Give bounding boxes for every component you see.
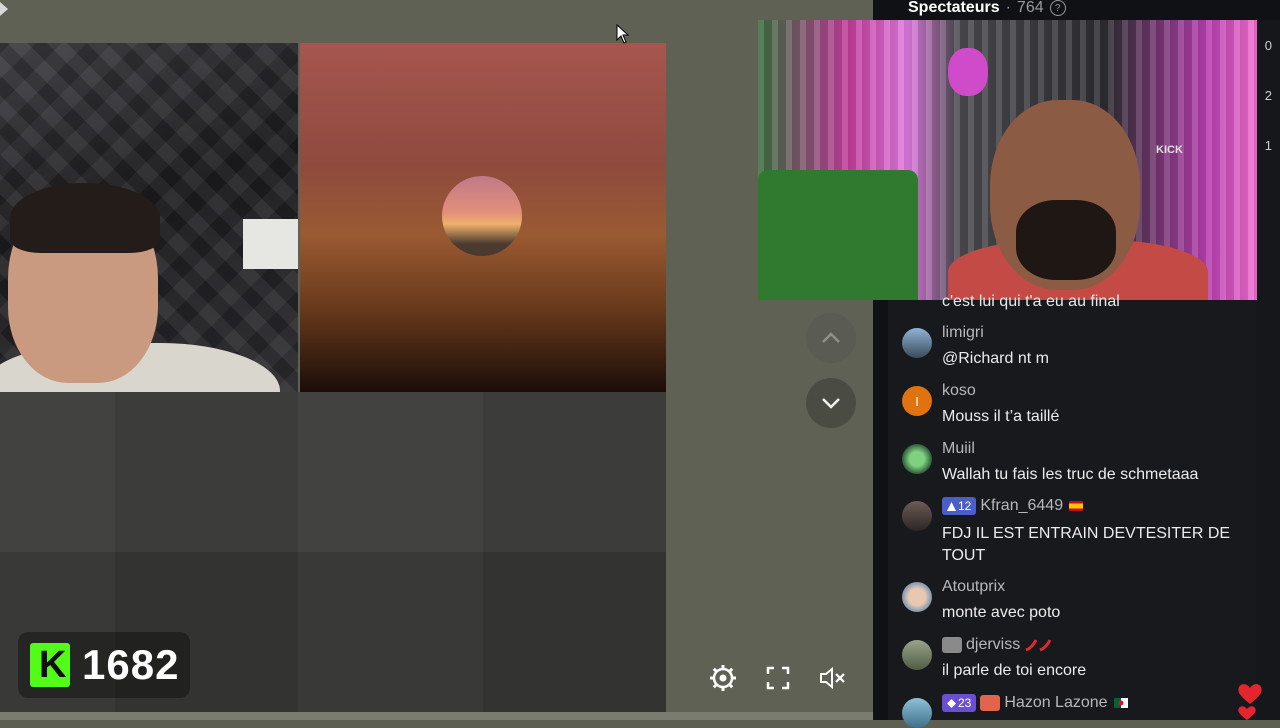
chevron-down-icon <box>822 398 840 409</box>
moderator-badge <box>942 637 962 653</box>
kick-chair-label: KICK <box>1156 144 1183 156</box>
chat-partial-message: c'est lui qui t'a eu au final <box>942 293 1120 310</box>
subscriber-level-badge: 12 <box>942 497 977 515</box>
user-avatar[interactable] <box>902 328 932 358</box>
algeria-flag-icon <box>1113 698 1128 708</box>
side-number: 0 <box>1264 38 1272 53</box>
chat-username[interactable]: 12 Kfran_6449 <box>942 497 1084 515</box>
chat-username[interactable]: djerviss <box>942 636 1054 654</box>
triangle-badge-icon <box>947 501 956 511</box>
sunset-image <box>300 43 666 392</box>
diamond-badge-icon <box>947 698 956 708</box>
picture-in-picture-webcam[interactable]: KICK <box>758 20 1257 300</box>
collapse-arrow-icon[interactable] <box>0 0 12 18</box>
user-avatar[interactable] <box>902 640 932 670</box>
help-icon[interactable]: ? <box>1049 0 1066 16</box>
volume-muted-icon <box>820 666 845 690</box>
chat-username[interactable]: Muiil <box>942 440 975 458</box>
score-value: 1682 <box>82 641 180 688</box>
neon-skull-decoration <box>948 48 988 96</box>
chili-pepper-icon <box>1025 639 1052 652</box>
chat-text: Mouss il t’a taillé <box>942 408 1060 425</box>
chat-username[interactable]: koso <box>942 382 976 400</box>
chevron-up-icon <box>822 332 840 343</box>
side-number: 1 <box>1264 138 1272 153</box>
settings-button[interactable] <box>707 662 739 694</box>
kick-logo-icon: K <box>30 643 70 687</box>
chat-username[interactable]: Atoutprix <box>942 578 1005 596</box>
mute-button[interactable] <box>817 662 849 694</box>
user-avatar[interactable] <box>902 582 932 612</box>
chat-text: @Richard nt m <box>942 350 1049 367</box>
user-avatar[interactable]: I <box>902 386 932 416</box>
subscriber-level-badge: 23 <box>942 694 977 712</box>
fullscreen-icon <box>766 666 790 690</box>
chat-text: monte avec poto <box>942 604 1061 621</box>
fullscreen-button[interactable] <box>762 662 794 694</box>
webcam-left <box>0 43 298 392</box>
chat-text: FDJ IL EST ENTRAIN DEVTESITER DE TOUT <box>942 525 1231 564</box>
user-avatar[interactable] <box>902 501 932 531</box>
next-stream-button[interactable] <box>806 378 856 428</box>
header-separator: · <box>1005 0 1011 16</box>
spain-flag-icon <box>1069 501 1084 511</box>
chat-username[interactable]: 23 Hazon Lazone <box>942 694 1128 712</box>
viewer-count: 764 <box>1016 0 1044 16</box>
side-strip: 0 2 1 <box>1256 20 1280 720</box>
board-bottom-bar <box>0 712 873 720</box>
user-avatar[interactable] <box>902 698 932 728</box>
gear-icon <box>710 665 736 691</box>
side-number: 2 <box>1264 88 1272 103</box>
chat-text: il parle de toi encore <box>942 662 1087 679</box>
chat-username[interactable]: limigri <box>942 324 984 342</box>
chat-text: Wallah tu fais les truc de schmetaaa <box>942 466 1199 483</box>
score-badge: K 1682 <box>18 632 190 698</box>
mouse-cursor-icon <box>616 24 630 44</box>
heart-reaction-icon <box>1238 684 1262 720</box>
user-avatar[interactable] <box>902 444 932 474</box>
previous-stream-button[interactable] <box>806 313 856 363</box>
supporter-badge <box>980 695 1001 711</box>
viewers-header: Spectateurs · 764 ? <box>908 0 1066 20</box>
sun-disc <box>442 176 522 256</box>
viewers-title: Spectateurs <box>908 0 1000 16</box>
